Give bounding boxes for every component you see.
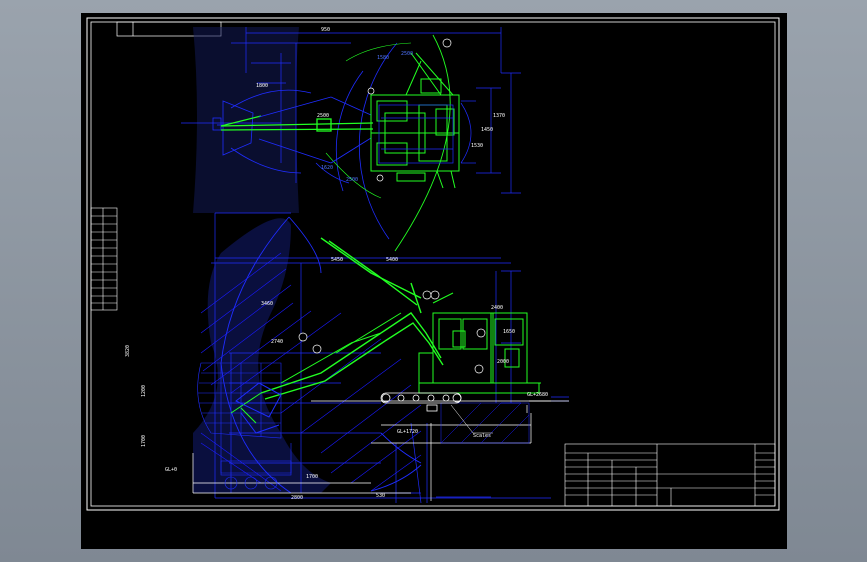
top-dim-text: 1800 [256, 83, 268, 89]
top-dim-text: 1450 [481, 127, 493, 133]
side-machine-body [418, 292, 541, 394]
top-dim-text: 2500 [346, 177, 358, 183]
side-dim-text: 5400 [386, 257, 398, 263]
side-boom [260, 237, 444, 400]
top-dim-text: 1620 [321, 165, 333, 171]
top-dim-text: 1580 [377, 55, 389, 61]
side-dim-text: 5450 [331, 257, 343, 263]
section-label: GL+1720 [397, 429, 418, 435]
side-dim-text: 3820 [125, 345, 131, 357]
top-dim-text: 2500 [401, 51, 413, 57]
side-dim-text: 3460 [261, 301, 273, 307]
leader-lines [450, 404, 493, 434]
side-track [380, 392, 462, 412]
side-dim-text: 1700 [141, 435, 147, 447]
side-balloons [298, 290, 486, 374]
top-dim-text: 2500 [317, 113, 329, 119]
side-dim-text: 2800 [291, 495, 303, 501]
top-dim-text: 950 [321, 27, 330, 33]
side-dim-text: 2000 [497, 359, 509, 365]
side-dim-text: 2400 [491, 305, 503, 311]
outer-frame [86, 17, 780, 511]
revision-table [90, 207, 118, 311]
top-dim-text: 1530 [471, 143, 483, 149]
leader-note: Scales [473, 433, 491, 439]
top-machine-body [370, 52, 460, 189]
section-label: GL+0 [165, 467, 177, 473]
side-view: 5450 5400 3820 3460 2740 1200 1700 2400 … [125, 212, 569, 504]
cad-drawing: 950 1800 1580 2500 1620 2500 1450 1370 1… [86, 17, 780, 511]
side-dim-text: 1200 [141, 385, 147, 397]
side-dim-text: 530 [376, 493, 385, 499]
side-dim-text: 1650 [503, 329, 515, 335]
side-dim-text: 2740 [271, 339, 283, 345]
side-dim-text: 1700 [306, 474, 318, 480]
cad-viewport[interactable]: 950 1800 1580 2500 1620 2500 1450 1370 1… [81, 13, 787, 549]
top-view: 950 1800 1580 2500 1620 2500 1450 1370 1… [181, 27, 521, 252]
title-block [564, 443, 776, 507]
top-dim-text: 1370 [493, 113, 505, 119]
section-label: GL+2680 [527, 392, 548, 398]
